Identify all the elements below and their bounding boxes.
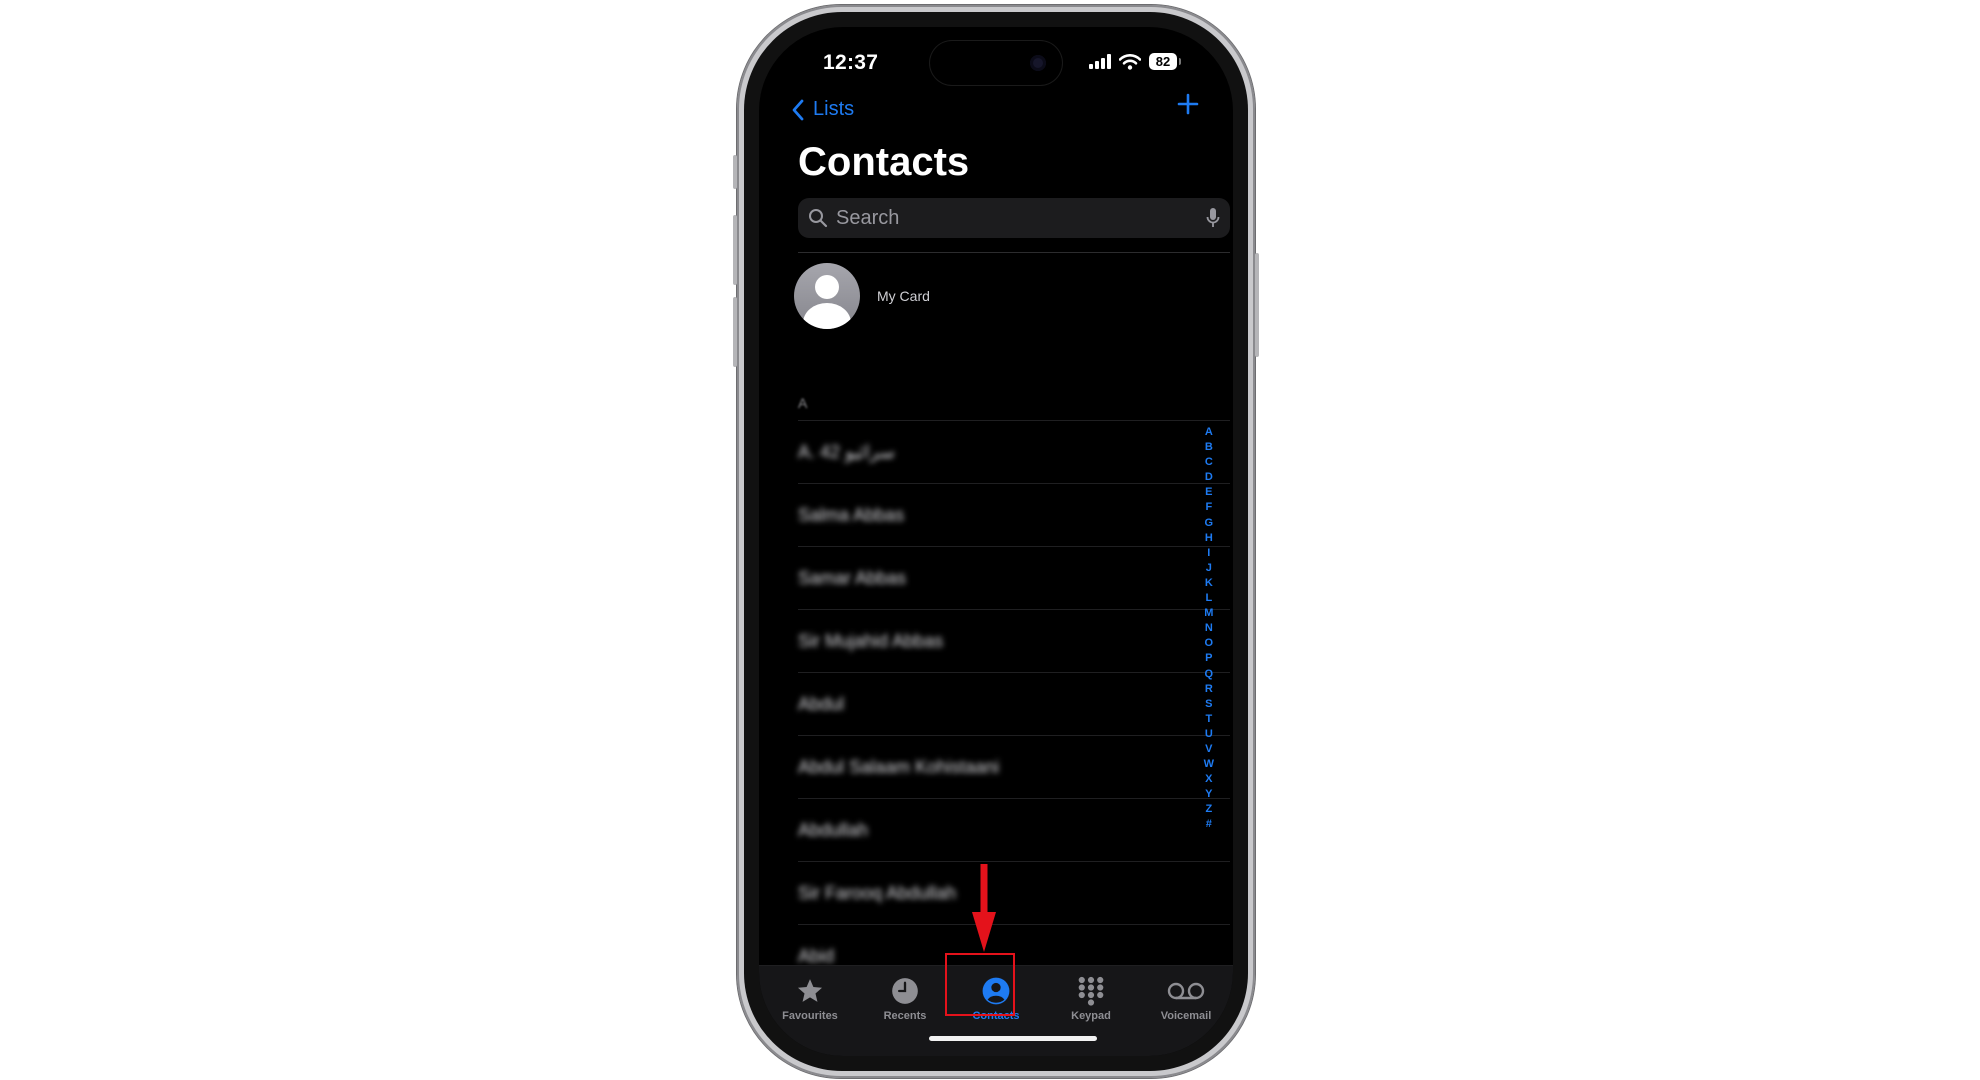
index-letter[interactable]: D: [1205, 470, 1213, 485]
keypad-grid-icon: [1077, 976, 1105, 1006]
contact-name: Sir Farooq Abdullah: [798, 883, 957, 903]
cellular-signal-icon: [1089, 54, 1111, 69]
wifi-icon: [1119, 53, 1141, 70]
index-letter[interactable]: X: [1205, 772, 1212, 787]
tab-recents[interactable]: Recents: [867, 976, 943, 1022]
tab-label: Favourites: [782, 1010, 838, 1022]
battery-indicator: 82: [1149, 53, 1181, 70]
star-icon: [796, 976, 824, 1006]
page-title: Contacts: [798, 140, 970, 184]
index-letter[interactable]: K: [1205, 576, 1213, 591]
index-letter[interactable]: C: [1205, 455, 1213, 470]
contact-row[interactable]: Salma Abbas: [798, 484, 1230, 547]
search-divider: [798, 252, 1230, 253]
index-letter[interactable]: E: [1205, 485, 1212, 500]
index-letter[interactable]: O: [1205, 636, 1214, 651]
index-letter[interactable]: N: [1205, 621, 1213, 636]
contact-row[interactable]: Sir Farooq Abdullah: [798, 862, 1230, 925]
index-letter[interactable]: V: [1205, 742, 1212, 757]
back-button-lists[interactable]: Lists: [791, 98, 854, 121]
index-letter[interactable]: A: [1205, 425, 1213, 440]
index-letter[interactable]: Y: [1205, 787, 1212, 802]
home-indicator[interactable]: [929, 1036, 1097, 1041]
clock-icon: [891, 976, 919, 1006]
contact-name: Abdul Salaam Kohistaani: [798, 757, 1000, 777]
search-icon: [808, 208, 828, 228]
index-letter[interactable]: Z: [1205, 802, 1212, 817]
index-letter[interactable]: R: [1205, 682, 1213, 697]
back-label: Lists: [813, 98, 855, 120]
contact-name: Sir Mujahid Abbas: [798, 631, 944, 651]
tab-keypad[interactable]: Keypad: [1053, 976, 1129, 1022]
plus-icon: [1177, 93, 1199, 115]
index-letter[interactable]: L: [1205, 591, 1212, 606]
search-placeholder: Search: [836, 206, 900, 229]
my-card-label: My Card: [877, 288, 930, 304]
index-letter[interactable]: H: [1205, 531, 1213, 546]
index-letter[interactable]: W: [1204, 757, 1214, 772]
index-letter[interactable]: F: [1205, 500, 1212, 515]
contact-row[interactable]: Abdul Salaam Kohistaani: [798, 736, 1230, 799]
index-letter[interactable]: #: [1206, 817, 1212, 832]
index-letter[interactable]: M: [1204, 606, 1213, 621]
contact-row[interactable]: Abdul: [798, 673, 1230, 736]
contact-name: Abdullah: [798, 820, 869, 840]
volume-up-button: [733, 215, 737, 285]
tab-label: Voicemail: [1160, 1010, 1212, 1022]
annotation-arrow-icon: [972, 864, 996, 952]
contact-name: Abdul: [798, 694, 845, 714]
index-letter[interactable]: J: [1206, 561, 1212, 576]
contact-row[interactable]: Sir Mujahid Abbas: [798, 610, 1230, 673]
contact-row[interactable]: Abdullah: [798, 799, 1230, 862]
search-field[interactable]: Search: [798, 198, 1230, 238]
dynamic-island: [930, 41, 1062, 85]
index-letter[interactable]: Q: [1205, 667, 1214, 682]
tab-label: Recents: [883, 1010, 927, 1022]
index-letter[interactable]: B: [1205, 440, 1213, 455]
tab-label: Keypad: [1071, 1010, 1111, 1022]
side-button: [1255, 253, 1259, 357]
action-button: [733, 155, 737, 189]
add-contact-button[interactable]: [1177, 93, 1199, 120]
index-letter[interactable]: G: [1205, 516, 1214, 531]
chevron-left-icon: [792, 99, 804, 120]
avatar: [794, 263, 860, 329]
alphabet-index[interactable]: A B C D E F G H I J K L M N O P Q R S T …: [1204, 425, 1214, 833]
contact-row[interactable]: Samar Abbas: [798, 547, 1230, 610]
index-letter[interactable]: S: [1205, 697, 1212, 712]
contact-name: A. 42 سرائیو: [798, 442, 895, 462]
tab-voicemail[interactable]: Voicemail: [1148, 976, 1224, 1022]
camera-icon: [1030, 55, 1046, 71]
index-letter[interactable]: U: [1205, 727, 1213, 742]
voicemail-icon: [1167, 976, 1205, 1006]
section-header: A: [798, 395, 808, 411]
microphone-icon[interactable]: [1206, 207, 1220, 235]
volume-down-button: [733, 297, 737, 367]
contact-name: Samar Abbas: [798, 568, 907, 588]
index-letter[interactable]: P: [1205, 651, 1212, 666]
status-time: 12:37: [823, 51, 879, 74]
contact-name: Salma Abbas: [798, 505, 905, 525]
contact-name: Abid: [798, 946, 835, 966]
tab-favourites[interactable]: Favourites: [772, 976, 848, 1022]
contact-row[interactable]: A. 42 سرائیو: [798, 421, 1230, 484]
index-letter[interactable]: T: [1205, 712, 1212, 727]
annotation-highlight-box: [945, 953, 1015, 1016]
index-letter[interactable]: I: [1207, 546, 1210, 561]
my-card-row[interactable]: My Card: [794, 263, 930, 329]
status-icons: 82: [1089, 53, 1181, 70]
